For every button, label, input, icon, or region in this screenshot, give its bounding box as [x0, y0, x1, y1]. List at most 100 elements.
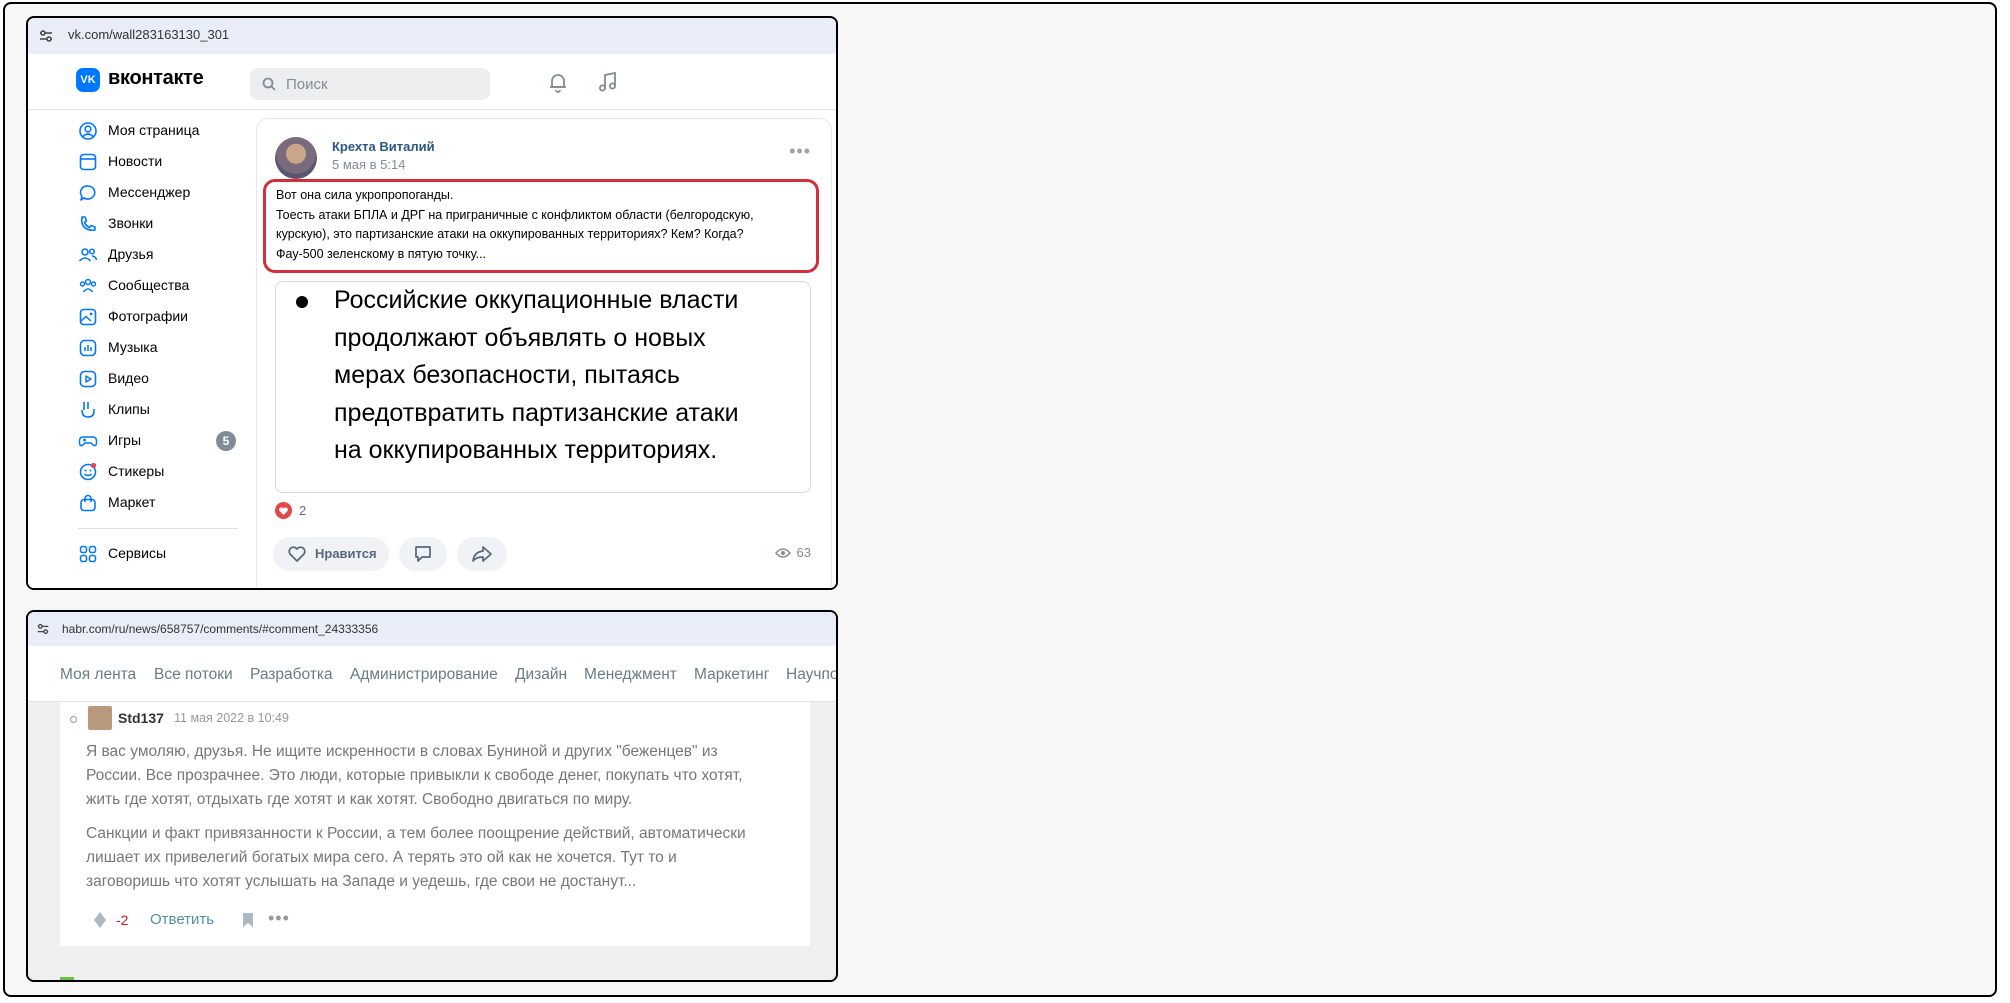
- vote-icon[interactable]: [94, 912, 106, 928]
- vk-header: VK вконтакте: [28, 54, 836, 110]
- sidebar-item-friends[interactable]: Друзья: [78, 242, 238, 268]
- comment-line: Я вас умоляю, друзья. Не ищите искреннос…: [86, 743, 718, 760]
- user-avatar[interactable]: [88, 706, 112, 730]
- sidebar-item-news[interactable]: Новости: [78, 149, 238, 175]
- sidebar-item-label: Игры: [108, 432, 142, 448]
- sidebar-item-label: Сообщества: [108, 277, 190, 293]
- comment-line: лишает их привелегий богатых мира сего. …: [86, 849, 677, 866]
- vk-logo-icon[interactable]: VK: [76, 68, 100, 92]
- tab-popsci[interactable]: Научпоп: [786, 666, 836, 684]
- quote-line: на оккупированных территориях.: [334, 436, 718, 464]
- bullet-point: [296, 296, 308, 308]
- vk-screenshot-panel: vk.com/wall283163130_301 VK вконтакте По…: [26, 16, 838, 590]
- post-author[interactable]: Крехта Виталий: [332, 139, 435, 154]
- search-icon: [262, 77, 276, 91]
- comment-line: заговоришь что хотят услышать на Западе …: [86, 873, 637, 890]
- tab-design[interactable]: Дизайн: [515, 666, 567, 684]
- comment-button[interactable]: [399, 537, 447, 571]
- comment-date[interactable]: 11 мая 2022 в 10:49: [174, 711, 289, 725]
- comments-area: Std137 11 мая 2022 в 10:49 Я вас умоляю,…: [28, 702, 836, 980]
- more-options-icon[interactable]: •••: [789, 141, 811, 162]
- quote-line: Российские оккупационные власти: [334, 286, 739, 314]
- market-bag-icon: [80, 494, 96, 512]
- sidebar-item-video[interactable]: Видео: [78, 366, 238, 392]
- sidebar-item-music[interactable]: Музыка: [78, 335, 238, 361]
- share-button[interactable]: [457, 537, 507, 571]
- comment-score: -2: [116, 912, 129, 928]
- search-box[interactable]: [250, 68, 490, 100]
- views-count: 63: [796, 545, 811, 560]
- sidebar-item-label: Друзья: [108, 246, 154, 262]
- comment-line: России. Все прозрачнее. Это люди, которы…: [86, 767, 743, 784]
- bell-icon[interactable]: [546, 70, 570, 94]
- sidebar-item-clips[interactable]: Клипы: [78, 397, 238, 423]
- phone-icon: [80, 216, 96, 231]
- vk-feed: Крехта Виталий 5 мая в 5:14 ••• Вот она …: [248, 110, 836, 588]
- tab-my-feed[interactable]: Моя лента: [60, 666, 136, 684]
- sidebar-item-market[interactable]: Маркет: [78, 490, 238, 516]
- sidebar-item-photos[interactable]: Фотографии: [78, 304, 238, 330]
- post-text-highlighted: Вот она сила укропропоганды. Тоесть атак…: [263, 179, 819, 273]
- eye-icon: [774, 548, 791, 558]
- clips-icon: [81, 402, 95, 418]
- vk-page: VK вконтакте М: [28, 54, 836, 588]
- sidebar-item-my-page[interactable]: Моя страница: [78, 118, 238, 144]
- sidebar-item-label: Стикеры: [108, 463, 165, 479]
- message-icon: [79, 185, 96, 201]
- site-settings-icon[interactable]: [36, 622, 50, 636]
- address-url[interactable]: habr.com/ru/news/658757/comments/#commen…: [62, 622, 378, 636]
- sidebar-item-communities[interactable]: Сообщества: [78, 273, 238, 299]
- wall-post: Крехта Виталий 5 мая в 5:14 ••• Вот она …: [256, 118, 832, 588]
- sidebar-item-calls[interactable]: Звонки: [78, 211, 238, 237]
- author-avatar[interactable]: [275, 137, 317, 179]
- post-date[interactable]: 5 мая в 5:14: [332, 157, 405, 172]
- share-arrow-icon: [472, 546, 492, 562]
- sidebar-item-services[interactable]: Сервисы: [78, 541, 238, 567]
- site-settings-icon[interactable]: [38, 28, 54, 44]
- scroll-indicator: [60, 977, 74, 980]
- search-input[interactable]: [284, 68, 480, 100]
- tab-all-streams[interactable]: Все потоки: [154, 666, 233, 684]
- vk-brand-name[interactable]: вконтакте: [108, 67, 204, 90]
- comment-card: Std137 11 мая 2022 в 10:49 Я вас умоляю,…: [60, 702, 810, 946]
- sidebar-item-label: Маркет: [108, 494, 156, 510]
- video-icon: [79, 370, 97, 388]
- address-url[interactable]: vk.com/wall283163130_301: [68, 27, 229, 42]
- browser-address-bar[interactable]: vk.com/wall283163130_301: [28, 18, 836, 54]
- quote-line: предотвратить партизанские атаки: [334, 398, 739, 427]
- like-button[interactable]: Нравится: [273, 537, 389, 571]
- reactions-count: 2: [299, 503, 307, 518]
- comment-username[interactable]: Std137: [118, 710, 164, 726]
- sidebar-item-messenger[interactable]: Мессенджер: [78, 180, 238, 206]
- tab-administration[interactable]: Администрирование: [350, 666, 498, 684]
- user-circle-icon: [79, 122, 97, 140]
- services-grid-icon: [79, 545, 97, 563]
- sidebar-item-label: Клипы: [108, 401, 150, 417]
- music-note-icon[interactable]: [596, 70, 620, 94]
- sidebar-item-label: Музыка: [108, 339, 158, 355]
- sidebar-item-games[interactable]: Игры: [78, 428, 238, 454]
- more-options-icon[interactable]: •••: [268, 908, 290, 929]
- tab-marketing[interactable]: Маркетинг: [694, 666, 769, 684]
- post-text-line: Вот она сила укропропоганды.: [276, 188, 454, 202]
- thread-dot-icon: [70, 716, 77, 723]
- bookmark-icon[interactable]: [242, 912, 254, 928]
- comment-line: Санкции и факт привязанности к России, а…: [86, 825, 746, 842]
- heart-reaction-icon: [275, 502, 292, 519]
- gamepad-icon: [78, 436, 98, 447]
- tab-management[interactable]: Менеджмент: [584, 666, 677, 684]
- comment-paragraph: Я вас умоляю, друзья. Не ищите искреннос…: [86, 740, 806, 812]
- sidebar-item-stickers[interactable]: Стикеры: [78, 459, 238, 485]
- sidebar-item-label: Мессенджер: [108, 184, 191, 200]
- reply-button[interactable]: Ответить: [150, 911, 214, 928]
- browser-address-bar[interactable]: habr.com/ru/news/658757/comments/#commen…: [28, 612, 836, 646]
- post-text-line: Фау-500 зеленскому в пятую точку...: [276, 246, 487, 261]
- music-icon: [79, 339, 97, 357]
- comment-paragraph: Санкции и факт привязанности к России, а…: [86, 822, 806, 894]
- comment-icon: [415, 546, 431, 562]
- attached-image-quote[interactable]: Российские оккупационные власти продолжа…: [275, 281, 811, 493]
- tab-development[interactable]: Разработка: [250, 666, 333, 684]
- sidebar-item-label: Фотографии: [108, 308, 189, 324]
- games-count-badge: 5: [216, 431, 236, 451]
- habr-hub-tabs: Моя лента Все потоки Разработка Админист…: [28, 646, 836, 702]
